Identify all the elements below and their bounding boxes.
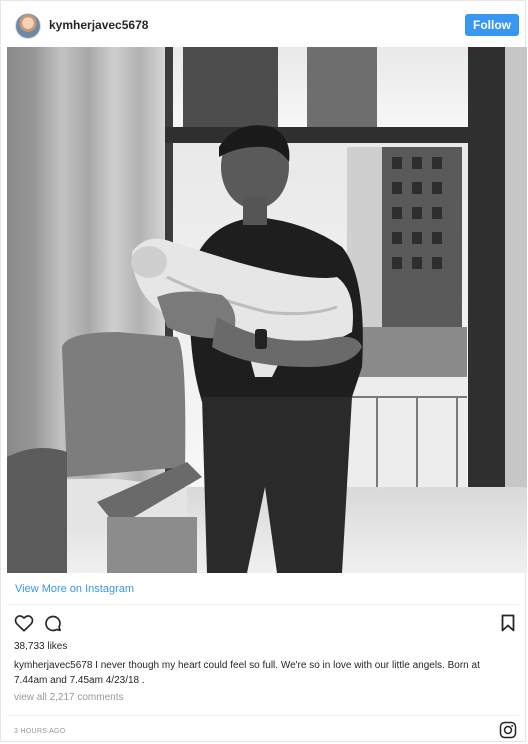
caption: kymherjavec5678 I never though my heart …	[14, 658, 514, 688]
timestamp: 3 HOURS AGO	[14, 728, 66, 735]
likes-count: 38,733 likes	[14, 641, 68, 652]
heart-icon[interactable]	[14, 614, 34, 637]
avatar[interactable]	[15, 13, 41, 39]
instagram-logo-icon[interactable]	[499, 721, 517, 744]
comment-icon[interactable]	[43, 614, 63, 639]
divider	[7, 715, 519, 716]
post-header: kymherjavec5678 Follow	[1, 1, 525, 47]
divider	[7, 604, 519, 605]
bookmark-icon[interactable]	[501, 614, 515, 637]
caption-username[interactable]: kymherjavec5678	[14, 660, 92, 671]
follow-button[interactable]: Follow	[465, 14, 519, 36]
photo-image	[7, 47, 527, 573]
view-comments-link[interactable]: view all 2,217 comments	[14, 692, 124, 703]
instagram-embed: kymherjavec5678 Follow View More on Inst…	[0, 0, 527, 744]
username[interactable]: kymherjavec5678	[49, 18, 148, 32]
post-photo[interactable]	[7, 47, 527, 573]
view-more-link[interactable]: View More on Instagram	[15, 583, 134, 595]
